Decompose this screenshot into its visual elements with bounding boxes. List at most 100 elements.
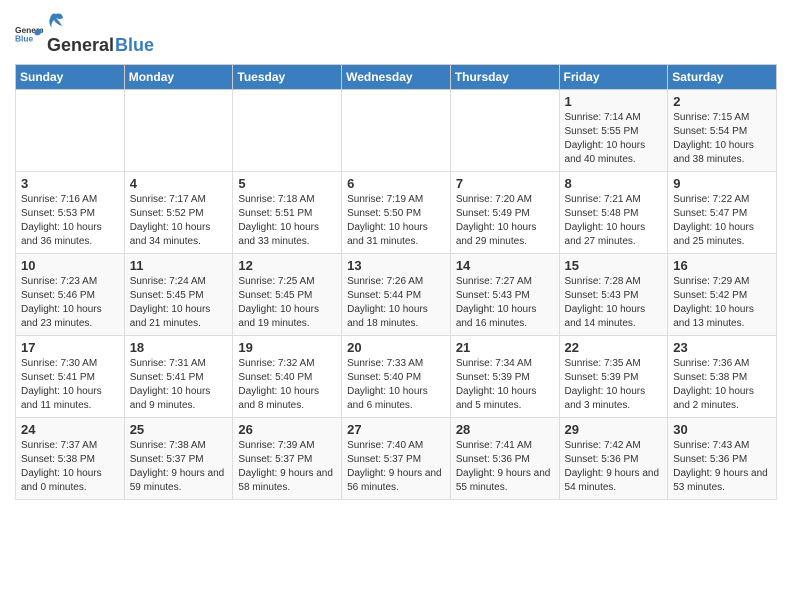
weekday-header: Saturday xyxy=(668,65,777,90)
day-number: 16 xyxy=(673,258,771,273)
day-number: 29 xyxy=(565,422,663,437)
calendar-cell: 20 Sunrise: 7:33 AM Sunset: 5:40 PM Dayli… xyxy=(342,336,451,418)
calendar-cell: 4 Sunrise: 7:17 AM Sunset: 5:52 PM Daylig… xyxy=(124,172,233,254)
calendar-cell: 25 Sunrise: 7:38 AM Sunset: 5:37 PM Dayli… xyxy=(124,418,233,500)
svg-text:Blue: Blue xyxy=(15,33,33,43)
calendar-cell: 5Sunrise: 7:18 AM Sunset: 5:51 PM Daylig… xyxy=(233,172,342,254)
calendar-cell: 13 Sunrise: 7:26 AM Sunset: 5:44 PM Dayli… xyxy=(342,254,451,336)
calendar-cell: 8 Sunrise: 7:21 AM Sunset: 5:48 PM Daylig… xyxy=(559,172,668,254)
day-number: 23 xyxy=(673,340,771,355)
logo-icon: General Blue xyxy=(15,19,43,47)
calendar-cell: 28Sunrise: 7:41 AM Sunset: 5:36 PM Dayli… xyxy=(450,418,559,500)
calendar-header-row: SundayMondayTuesdayWednesdayThursdayFrid… xyxy=(16,65,777,90)
calendar-cell: 1 Sunrise: 7:14 AM Sunset: 5:55 PM Daylig… xyxy=(559,90,668,172)
calendar-cell xyxy=(16,90,125,172)
weekday-header: Sunday xyxy=(16,65,125,90)
calendar-cell: 12 Sunrise: 7:25 AM Sunset: 5:45 PM Dayli… xyxy=(233,254,342,336)
day-number: 3 xyxy=(21,176,119,191)
logo-bird-icon xyxy=(48,10,64,30)
calendar-cell xyxy=(124,90,233,172)
calendar-cell: 19 Sunrise: 7:32 AM Sunset: 5:40 PM Dayli… xyxy=(233,336,342,418)
day-number: 9 xyxy=(673,176,771,191)
calendar-cell: 23Sunrise: 7:36 AM Sunset: 5:38 PM Dayli… xyxy=(668,336,777,418)
day-info: Sunrise: 7:28 AM Sunset: 5:43 PM Dayligh… xyxy=(565,275,663,331)
calendar-cell: 6 Sunrise: 7:19 AM Sunset: 5:50 PM Daylig… xyxy=(342,172,451,254)
day-number: 12 xyxy=(238,258,336,273)
day-info: Sunrise: 7:42 AM Sunset: 5:36 PM Dayligh… xyxy=(565,439,663,495)
calendar-cell xyxy=(233,90,342,172)
calendar-week-row: 24Sunrise: 7:37 AM Sunset: 5:38 PM Dayli… xyxy=(16,418,777,500)
day-number: 27 xyxy=(347,422,445,437)
calendar-cell: 2 Sunrise: 7:15 AM Sunset: 5:54 PM Daylig… xyxy=(668,90,777,172)
day-number: 11 xyxy=(130,258,228,273)
calendar-week-row: 17Sunrise: 7:30 AM Sunset: 5:41 PM Dayli… xyxy=(16,336,777,418)
day-number: 22 xyxy=(565,340,663,355)
day-info: Sunrise: 7:27 AM Sunset: 5:43 PM Dayligh… xyxy=(456,275,554,331)
calendar-table: SundayMondayTuesdayWednesdayThursdayFrid… xyxy=(15,64,777,500)
day-info: Sunrise: 7:29 AM Sunset: 5:42 PM Dayligh… xyxy=(673,275,771,331)
day-info: Sunrise: 7:32 AM Sunset: 5:40 PM Dayligh… xyxy=(238,357,336,413)
day-number: 25 xyxy=(130,422,228,437)
calendar-week-row: 10 Sunrise: 7:23 AM Sunset: 5:46 PM Dayli… xyxy=(16,254,777,336)
day-info: Sunrise: 7:38 AM Sunset: 5:37 PM Dayligh… xyxy=(130,439,228,495)
day-number: 30 xyxy=(673,422,771,437)
calendar-cell: 29 Sunrise: 7:42 AM Sunset: 5:36 PM Dayli… xyxy=(559,418,668,500)
calendar-cell: 30Sunrise: 7:43 AM Sunset: 5:36 PM Dayli… xyxy=(668,418,777,500)
calendar-cell: 14 Sunrise: 7:27 AM Sunset: 5:43 PM Dayli… xyxy=(450,254,559,336)
day-number: 4 xyxy=(130,176,228,191)
day-info: Sunrise: 7:25 AM Sunset: 5:45 PM Dayligh… xyxy=(238,275,336,331)
day-info: Sunrise: 7:26 AM Sunset: 5:44 PM Dayligh… xyxy=(347,275,445,331)
calendar-cell: 18 Sunrise: 7:31 AM Sunset: 5:41 PM Dayli… xyxy=(124,336,233,418)
day-number: 2 xyxy=(673,94,771,109)
calendar-cell: 24Sunrise: 7:37 AM Sunset: 5:38 PM Dayli… xyxy=(16,418,125,500)
day-info: Sunrise: 7:30 AM Sunset: 5:41 PM Dayligh… xyxy=(21,357,119,413)
day-number: 8 xyxy=(565,176,663,191)
day-number: 10 xyxy=(21,258,119,273)
calendar-week-row: 3Sunrise: 7:16 AM Sunset: 5:53 PM Daylig… xyxy=(16,172,777,254)
day-info: Sunrise: 7:17 AM Sunset: 5:52 PM Dayligh… xyxy=(130,193,228,249)
day-number: 28 xyxy=(456,422,554,437)
day-number: 21 xyxy=(456,340,554,355)
calendar-cell: 17Sunrise: 7:30 AM Sunset: 5:41 PM Dayli… xyxy=(16,336,125,418)
calendar-cell: 22 Sunrise: 7:35 AM Sunset: 5:39 PM Dayli… xyxy=(559,336,668,418)
calendar-week-row: 1 Sunrise: 7:14 AM Sunset: 5:55 PM Daylig… xyxy=(16,90,777,172)
day-number: 6 xyxy=(347,176,445,191)
day-number: 15 xyxy=(565,258,663,273)
day-number: 1 xyxy=(565,94,663,109)
logo-blue-label: Blue xyxy=(115,35,154,56)
day-info: Sunrise: 7:15 AM Sunset: 5:54 PM Dayligh… xyxy=(673,111,771,167)
day-number: 5 xyxy=(238,176,336,191)
day-number: 19 xyxy=(238,340,336,355)
calendar-cell: 15 Sunrise: 7:28 AM Sunset: 5:43 PM Dayli… xyxy=(559,254,668,336)
day-info: Sunrise: 7:20 AM Sunset: 5:49 PM Dayligh… xyxy=(456,193,554,249)
logo: General Blue General Blue xyxy=(15,10,154,56)
day-number: 13 xyxy=(347,258,445,273)
day-number: 14 xyxy=(456,258,554,273)
logo-general-label: General xyxy=(47,35,114,56)
day-info: Sunrise: 7:23 AM Sunset: 5:46 PM Dayligh… xyxy=(21,275,119,331)
calendar-cell: 11Sunrise: 7:24 AM Sunset: 5:45 PM Dayli… xyxy=(124,254,233,336)
calendar-cell: 21Sunrise: 7:34 AM Sunset: 5:39 PM Dayli… xyxy=(450,336,559,418)
day-number: 26 xyxy=(238,422,336,437)
day-number: 20 xyxy=(347,340,445,355)
day-info: Sunrise: 7:14 AM Sunset: 5:55 PM Dayligh… xyxy=(565,111,663,167)
day-info: Sunrise: 7:40 AM Sunset: 5:37 PM Dayligh… xyxy=(347,439,445,495)
calendar-cell: 16 Sunrise: 7:29 AM Sunset: 5:42 PM Dayli… xyxy=(668,254,777,336)
day-info: Sunrise: 7:19 AM Sunset: 5:50 PM Dayligh… xyxy=(347,193,445,249)
day-info: Sunrise: 7:31 AM Sunset: 5:41 PM Dayligh… xyxy=(130,357,228,413)
day-number: 7 xyxy=(456,176,554,191)
weekday-header: Friday xyxy=(559,65,668,90)
calendar-cell: 7 Sunrise: 7:20 AM Sunset: 5:49 PM Daylig… xyxy=(450,172,559,254)
weekday-header: Monday xyxy=(124,65,233,90)
day-number: 18 xyxy=(130,340,228,355)
calendar-cell: 26Sunrise: 7:39 AM Sunset: 5:37 PM Dayli… xyxy=(233,418,342,500)
weekday-header: Wednesday xyxy=(342,65,451,90)
day-info: Sunrise: 7:22 AM Sunset: 5:47 PM Dayligh… xyxy=(673,193,771,249)
calendar-cell: 9 Sunrise: 7:22 AM Sunset: 5:47 PM Daylig… xyxy=(668,172,777,254)
day-info: Sunrise: 7:37 AM Sunset: 5:38 PM Dayligh… xyxy=(21,439,119,495)
day-info: Sunrise: 7:33 AM Sunset: 5:40 PM Dayligh… xyxy=(347,357,445,413)
calendar-cell: 10 Sunrise: 7:23 AM Sunset: 5:46 PM Dayli… xyxy=(16,254,125,336)
calendar-cell xyxy=(342,90,451,172)
day-info: Sunrise: 7:21 AM Sunset: 5:48 PM Dayligh… xyxy=(565,193,663,249)
day-info: Sunrise: 7:35 AM Sunset: 5:39 PM Dayligh… xyxy=(565,357,663,413)
